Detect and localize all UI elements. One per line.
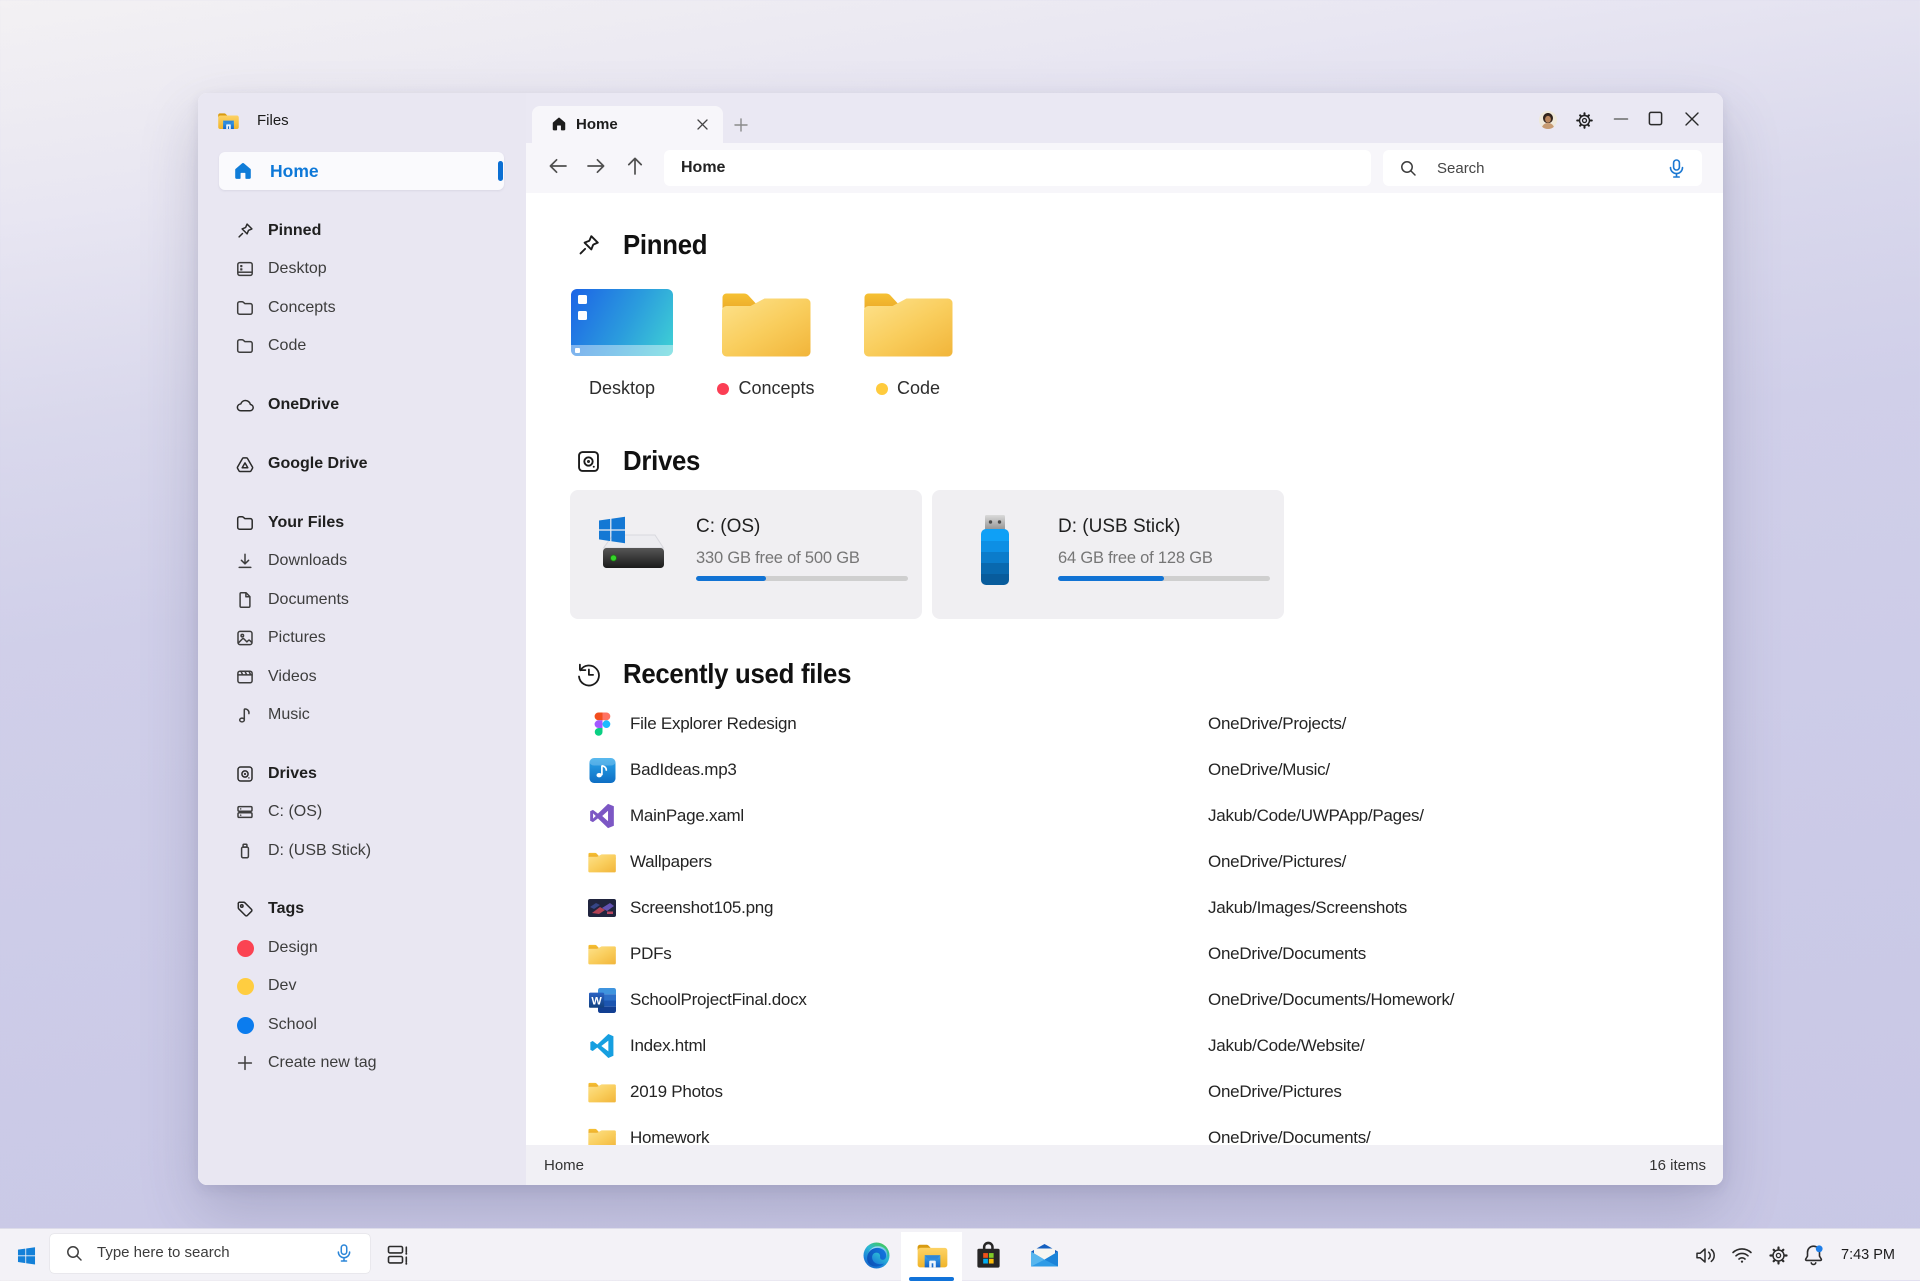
svg-text:W: W bbox=[591, 995, 602, 1007]
